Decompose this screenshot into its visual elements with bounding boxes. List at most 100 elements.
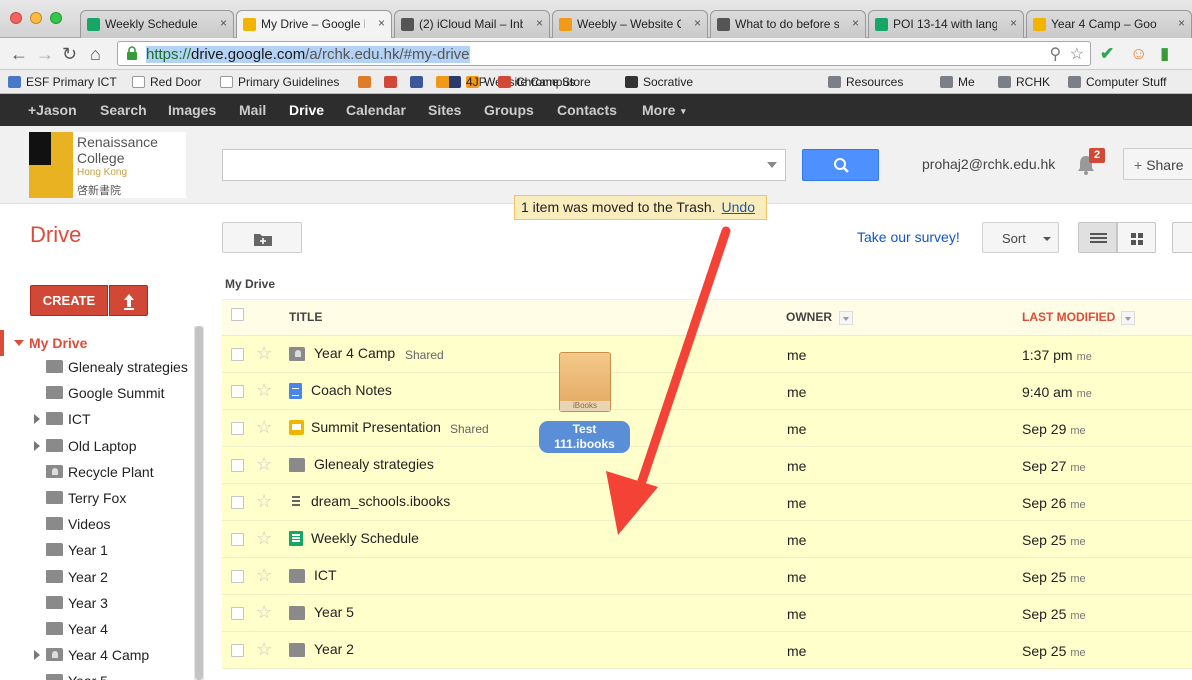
bookmark-item[interactable]: Resources (828, 75, 903, 89)
close-tab-icon[interactable]: × (536, 16, 543, 30)
esf-icon[interactable] (358, 75, 376, 89)
row-checkbox[interactable] (231, 533, 244, 546)
row-checkbox[interactable] (231, 348, 244, 361)
sidebar-folder-item[interactable]: Year 3 (0, 592, 194, 616)
minimize-window-button[interactable] (30, 12, 42, 24)
sidebar-scroll-thumb[interactable] (195, 326, 203, 680)
home-icon[interactable]: ⌂ (90, 44, 101, 64)
user-email[interactable]: prohaj2@rchk.edu.hk (922, 156, 1055, 172)
star-icon[interactable]: ☆ (256, 344, 272, 362)
browser-tab[interactable]: (2) iCloud Mail – Inb × (394, 10, 550, 38)
row-checkbox[interactable] (231, 459, 244, 472)
breadcrumb[interactable]: My Drive (225, 277, 275, 291)
settings-button[interactable] (1172, 222, 1192, 253)
sidebar-folder-item[interactable]: Videos (0, 513, 194, 537)
file-row[interactable]: ☆ Year 2 me Sep 25 me (222, 632, 1192, 669)
new-folder-button[interactable] (222, 222, 302, 253)
bookmark-item[interactable]: Primary Guidelines (220, 75, 339, 89)
gbar-item[interactable]: Groups (484, 102, 534, 118)
gbar-item[interactable]: Drive (289, 102, 324, 118)
gbar-item[interactable]: Contacts (557, 102, 617, 118)
sort-button[interactable]: Sort (982, 222, 1059, 253)
file-name[interactable]: Glenealy strategies (314, 456, 434, 472)
zoom-window-button[interactable] (50, 12, 62, 24)
school-logo[interactable]: Renaissance College Hong Kong 啓新書院 (29, 132, 186, 198)
collapse-caret-icon[interactable] (14, 340, 24, 346)
create-button[interactable]: CREATE (30, 285, 108, 316)
gbar-item[interactable]: More (642, 102, 675, 118)
bookmark-item[interactable]: Socrative (625, 75, 693, 89)
sidebar-folder-item[interactable]: Year 4 Camp (0, 644, 194, 668)
star-icon[interactable]: ☆ (256, 603, 272, 621)
file-name[interactable]: Year 2 (314, 641, 354, 657)
gbar-item[interactable]: Calendar (346, 102, 406, 118)
browser-tab[interactable]: POI 13-14 with lang × (868, 10, 1024, 38)
reload-icon[interactable]: ↻ (62, 44, 77, 64)
sidebar-item-my-drive[interactable]: My Drive (0, 330, 194, 356)
browser-tab[interactable]: What to do before s × (710, 10, 866, 38)
star-icon[interactable]: ☆ (256, 640, 272, 658)
evernote-extension-icon[interactable]: ▮ (1160, 44, 1169, 64)
close-tab-icon[interactable]: × (694, 16, 701, 30)
gbar-item[interactable]: Sites (428, 102, 461, 118)
drive-title[interactable]: Drive (30, 222, 81, 248)
facebook-icon[interactable] (410, 75, 428, 89)
bookmark-item[interactable]: ESF Primary ICT (8, 75, 117, 89)
weebly-icon[interactable] (436, 75, 454, 89)
gbar-item[interactable]: +Jason (28, 102, 77, 118)
star-icon[interactable]: ☆ (256, 492, 272, 510)
list-view-button[interactable] (1078, 222, 1117, 253)
expand-caret-icon[interactable] (34, 440, 40, 451)
star-icon[interactable]: ☆ (256, 418, 272, 436)
row-checkbox[interactable] (231, 644, 244, 657)
star-icon[interactable]: ☆ (256, 566, 272, 584)
back-icon[interactable]: ← (10, 44, 28, 64)
file-name[interactable]: Summit Presentation (311, 419, 441, 435)
sidebar-folder-item[interactable]: Year 4 (0, 618, 194, 642)
gbar-item[interactable]: Mail (239, 102, 266, 118)
expand-caret-icon[interactable] (34, 650, 40, 661)
column-owner[interactable]: OWNER (786, 310, 832, 324)
file-name[interactable]: Coach Notes (311, 382, 392, 398)
expand-caret-icon[interactable] (34, 414, 40, 425)
survey-link[interactable]: Take our survey! (857, 229, 960, 245)
bookmark-item[interactable]: Computer Stuff (1068, 75, 1166, 89)
file-name[interactable]: ICT (314, 567, 337, 583)
more-caret-icon[interactable]: ▾ (681, 106, 686, 117)
close-tab-icon[interactable]: × (220, 16, 227, 30)
search-button[interactable] (802, 149, 879, 181)
file-row[interactable]: ☆ ICT me Sep 25 me (222, 558, 1192, 595)
row-checkbox[interactable] (231, 496, 244, 509)
grid-view-button[interactable] (1117, 222, 1156, 253)
face-extension-icon[interactable]: ☺ (1130, 44, 1147, 64)
column-title[interactable]: TITLE (289, 310, 322, 324)
close-tab-icon[interactable]: × (378, 16, 385, 30)
bookmark-item[interactable]: Red Door (132, 75, 201, 89)
browser-tab[interactable]: Weekly Schedule × (80, 10, 234, 38)
bookmark-item[interactable]: Chrome Store (498, 75, 591, 89)
gbar-item[interactable]: Images (168, 102, 216, 118)
share-button[interactable]: + Share (1123, 148, 1192, 180)
sidebar-folder-item[interactable]: Terry Fox (0, 487, 194, 511)
column-last-modified[interactable]: LAST MODIFIED (1022, 310, 1115, 324)
sidebar-folder-item[interactable]: Glenealy strategies (0, 356, 194, 380)
gmail-icon[interactable] (384, 75, 402, 89)
sidebar-folder-item[interactable]: Year 2 (0, 566, 194, 590)
browser-tab[interactable]: Year 4 Camp – Goo × (1026, 10, 1192, 38)
owner-sort-icon[interactable] (839, 311, 853, 325)
sidebar-folder-item[interactable]: Year 5 (0, 670, 194, 680)
close-tab-icon[interactable]: × (1178, 16, 1185, 30)
bookmark-star-icon[interactable]: ☆ (1070, 46, 1084, 63)
close-window-button[interactable] (10, 12, 22, 24)
drive-search-input[interactable] (222, 149, 786, 181)
file-row[interactable]: ☆ Year 5 me Sep 25 me (222, 595, 1192, 632)
forward-icon[interactable]: → (36, 44, 54, 64)
search-options-caret-icon[interactable] (767, 162, 777, 168)
bookmark-item[interactable]: Me (940, 75, 975, 89)
select-all-checkbox[interactable] (231, 308, 244, 321)
address-bar[interactable]: https://drive.google.com/a/rchk.edu.hk/#… (117, 41, 1091, 66)
row-checkbox[interactable] (231, 607, 244, 620)
notification-count-badge[interactable]: 2 (1089, 148, 1105, 163)
sidebar-folder-item[interactable]: Year 1 (0, 539, 194, 563)
undo-link[interactable]: Undo (722, 199, 755, 215)
